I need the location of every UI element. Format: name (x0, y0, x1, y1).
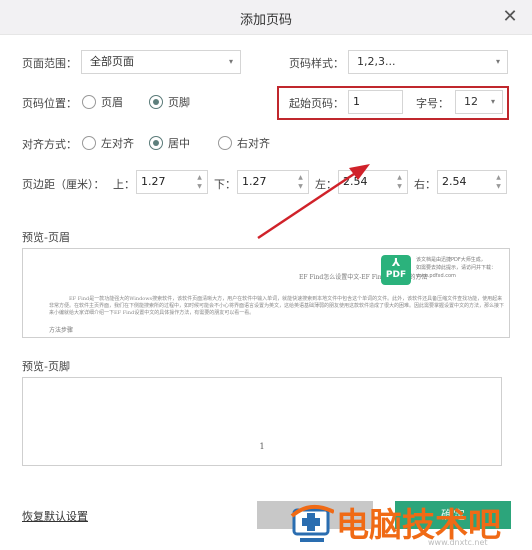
page-style-value: 1,2,3... (357, 55, 396, 68)
margin-bottom-label: 下： (214, 178, 236, 191)
alignment-label: 对齐方式： (22, 138, 77, 151)
radio-align-left[interactable]: 左对齐 (82, 135, 134, 151)
close-icon[interactable]: ✕ (498, 5, 522, 29)
start-page-label: 起始页码： (289, 97, 344, 110)
radio-label: 右对齐 (237, 137, 270, 150)
radio-label: 左对齐 (101, 137, 134, 150)
pdf-badge-label: PDF (385, 270, 407, 280)
radio-position-footer[interactable]: 页脚 (149, 94, 190, 110)
footer-preview-title: 预览-页脚 (22, 360, 70, 373)
chevron-down-icon: ▾ (490, 97, 495, 106)
margins-label: 页边距（厘米）： (22, 178, 105, 191)
radio-button-icon (218, 136, 232, 150)
pdf-note-line: 如需要去掉此提示，请访问并下载： (416, 265, 497, 271)
pdf-note-line: 该文档是由迅捷PDF大师生成， (416, 257, 486, 263)
spinner-arrows-icon[interactable]: ▲ ▼ (195, 173, 204, 191)
footer-preview-box: 1 (22, 377, 502, 466)
header-preview-title: 预览-页眉 (22, 231, 70, 244)
font-size-select[interactable]: 12 ▾ (455, 90, 503, 114)
dialog-title: 添加页码 (239, 13, 292, 28)
cancel-button[interactable]: 取消 (257, 501, 373, 529)
ok-button[interactable]: 确定 (395, 501, 511, 529)
footer-preview-page-number: 1 (259, 442, 265, 451)
reset-defaults-link[interactable]: 恢复默认设置 (22, 508, 88, 524)
page-style-select[interactable]: 1,2,3... ▾ (348, 50, 508, 74)
margin-left-value: 2.54 (343, 175, 368, 188)
radio-button-icon (82, 95, 96, 109)
font-size-value: 12 (464, 95, 478, 108)
header-preview-paragraph: EF Find是一款功能强大的Windows搜索软件，该软件页面清晰大方，用户在… (49, 296, 505, 316)
margin-top-label: 上： (113, 178, 135, 191)
pdf-watermark-note: 该文档是由迅捷PDF大师生成， 如需要去掉此提示，请访问并下载： www.pdf… (416, 256, 496, 280)
page-range-value: 全部页面 (90, 55, 134, 68)
spinner-arrows-icon[interactable]: ▲ ▼ (494, 173, 503, 191)
spinner-arrows-icon[interactable]: ▲ ▼ (395, 173, 404, 191)
margin-right-input[interactable]: 2.54 ▲ ▼ (437, 170, 507, 194)
margin-bottom-value: 1.27 (242, 175, 267, 188)
spinner-arrows-icon[interactable]: ▲ ▼ (296, 173, 305, 191)
radio-position-header[interactable]: 页眉 (82, 94, 123, 110)
margin-left-label: 左： (315, 178, 337, 191)
pdf-logo-icon: ⅄ PDF (381, 255, 411, 285)
radio-label: 页脚 (168, 96, 190, 109)
watermark-url: www.dnxtc.net (428, 538, 488, 547)
radio-align-center[interactable]: 居中 (149, 135, 190, 151)
dialog-titlebar: 添加页码 ✕ (0, 0, 532, 35)
radio-button-selected-icon (149, 95, 163, 109)
page-range-label: 页面范围： (22, 57, 77, 70)
page-range-select[interactable]: 全部页面 ▾ (81, 50, 241, 74)
radio-button-icon (82, 136, 96, 150)
radio-label: 页眉 (101, 96, 123, 109)
chevron-down-icon: ▾ (228, 57, 233, 66)
margin-top-input[interactable]: 1.27 ▲ ▼ (136, 170, 208, 194)
pdf-note-line: www.pdfxd.com (416, 273, 456, 279)
chevron-down-icon: ▾ (495, 57, 500, 66)
radio-label: 居中 (168, 137, 190, 150)
margin-top-value: 1.27 (141, 175, 166, 188)
position-label: 页码位置： (22, 97, 77, 110)
header-preview-box: EF Find怎么设置中文-EF Find设置中文的方法 EF Find是一款功… (22, 248, 510, 338)
acrobat-icon: ⅄ (391, 256, 401, 269)
header-preview-step: 方法步骤 (49, 327, 74, 334)
radio-button-selected-icon (149, 136, 163, 150)
margin-bottom-input[interactable]: 1.27 ▲ ▼ (237, 170, 309, 194)
margin-right-value: 2.54 (442, 175, 467, 188)
page-style-label: 页码样式： (289, 57, 344, 70)
font-size-label: 字号： (416, 97, 449, 110)
margin-right-label: 右： (414, 178, 436, 191)
margin-left-input[interactable]: 2.54 ▲ ▼ (338, 170, 408, 194)
start-page-input[interactable]: 1 (348, 90, 403, 114)
radio-align-right[interactable]: 右对齐 (218, 135, 270, 151)
